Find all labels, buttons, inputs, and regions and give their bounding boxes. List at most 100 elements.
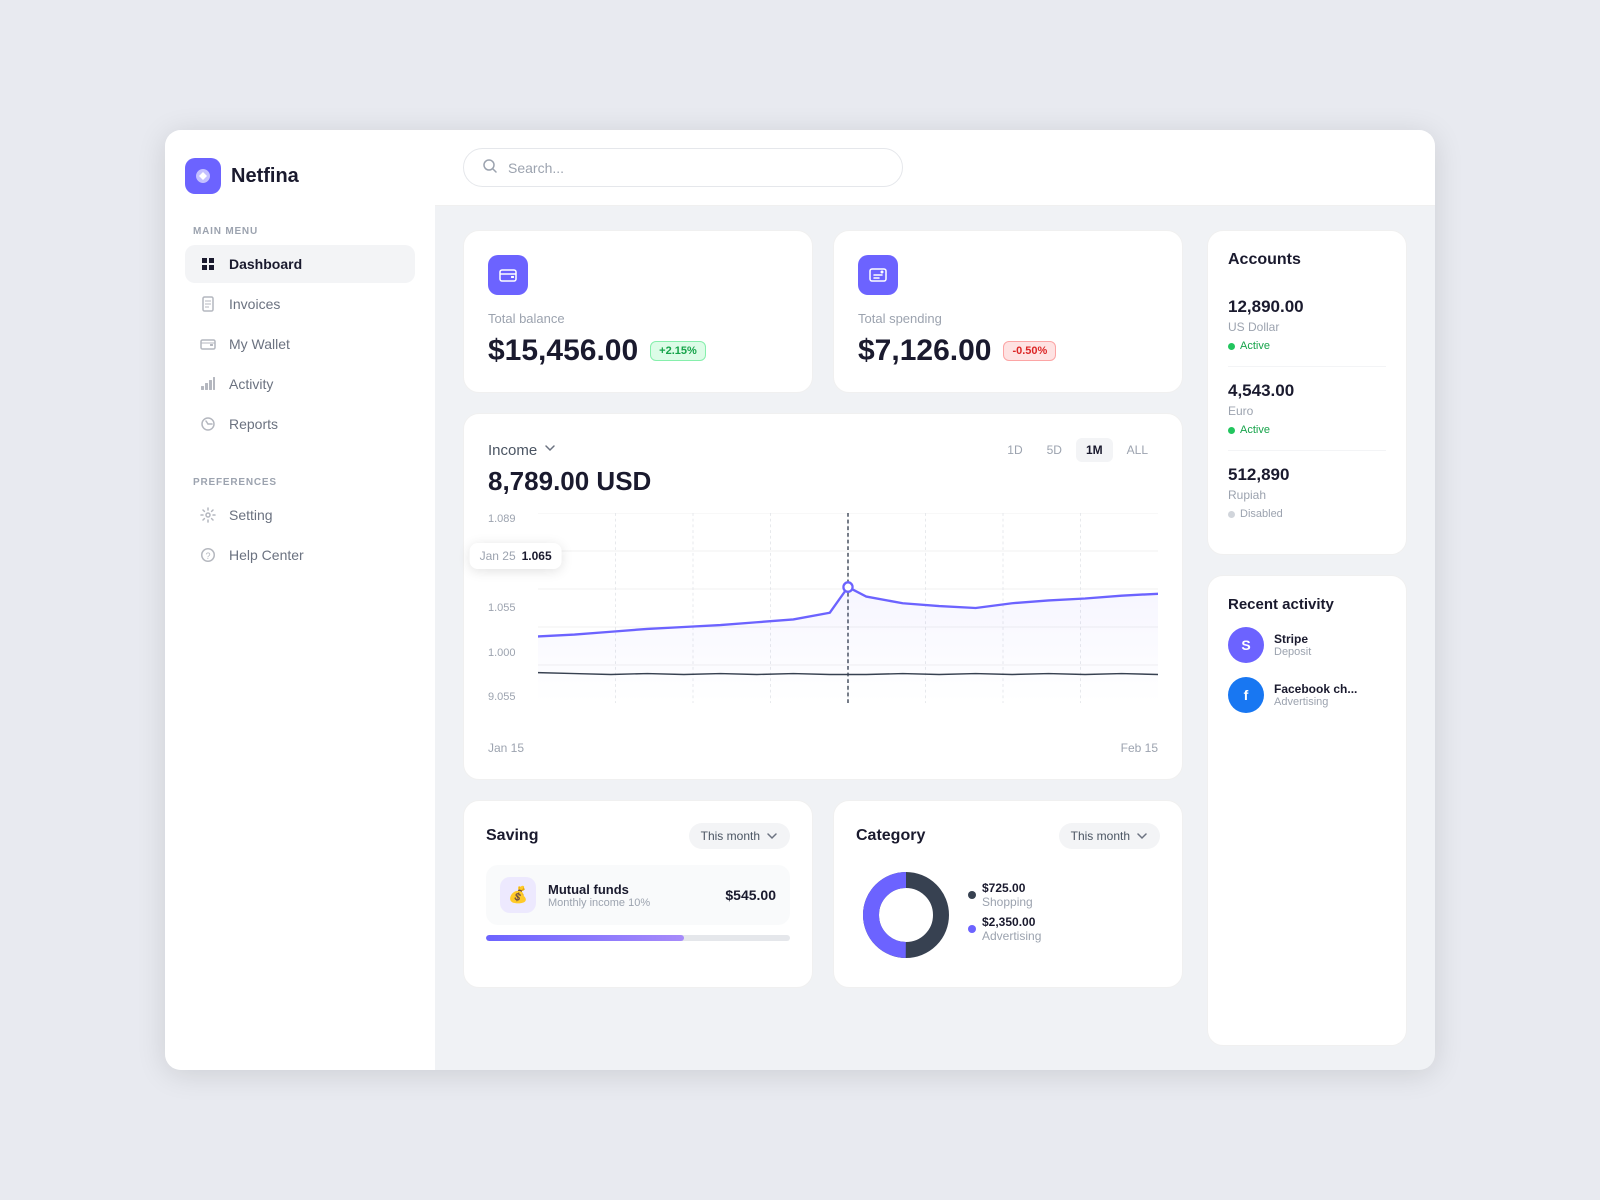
- legend-dot-shopping: [968, 891, 976, 899]
- chart-card: Income 1D 5D 1M ALL: [463, 413, 1183, 780]
- balance-value-row: $15,456.00 +2.15%: [488, 334, 788, 368]
- facebook-avatar: f: [1228, 677, 1264, 713]
- facebook-type: Advertising: [1274, 696, 1386, 708]
- saving-title: Saving: [486, 827, 538, 845]
- account-usd-currency: US Dollar: [1228, 320, 1386, 334]
- category-period-label: This month: [1071, 829, 1130, 843]
- saving-card: Saving This month 💰 Mutual fu: [463, 800, 813, 988]
- saving-item-name: Mutual funds: [548, 882, 713, 897]
- header: Search...: [435, 130, 1435, 206]
- search-placeholder: Search...: [508, 160, 564, 176]
- sidebar-item-activity[interactable]: Activity: [185, 365, 415, 403]
- balance-badge: +2.15%: [650, 341, 706, 361]
- sidebar-setting-label: Setting: [229, 507, 273, 523]
- chart-svg: [538, 513, 1158, 703]
- account-item-euro: 4,543.00 Euro Active: [1228, 367, 1386, 451]
- main-content: Search... Total: [435, 130, 1435, 1070]
- sidebar-item-invoices[interactable]: Invoices: [185, 285, 415, 323]
- stripe-type: Deposit: [1274, 646, 1386, 658]
- balance-card: Total balance $15,456.00 +2.15%: [463, 230, 813, 393]
- donut-svg: [856, 865, 956, 965]
- sidebar-help-label: Help Center: [229, 547, 304, 563]
- saving-item: 💰 Mutual funds Monthly income 10% $545.0…: [486, 865, 790, 925]
- y-label-2: 1.072: [488, 558, 534, 570]
- legend-item-advertising: $2,350.00 Advertising: [968, 915, 1041, 943]
- help-icon: ?: [199, 546, 217, 564]
- right-panel: Accounts 12,890.00 US Dollar Active 4,54…: [1207, 230, 1407, 1046]
- chart-date-end: Feb 15: [1121, 741, 1158, 755]
- account-usd-status-dot: [1228, 343, 1235, 350]
- activity-item-stripe: S Stripe Deposit: [1228, 627, 1386, 663]
- legend-dot-advertising: [968, 925, 976, 933]
- account-euro-status-dot: [1228, 427, 1235, 434]
- setting-icon: [199, 506, 217, 524]
- sidebar-item-dashboard[interactable]: Dashboard: [185, 245, 415, 283]
- search-bar[interactable]: Search...: [463, 148, 903, 187]
- sidebar-item-setting[interactable]: Setting: [185, 496, 415, 534]
- spending-icon-wrap: [858, 255, 898, 295]
- account-euro-currency: Euro: [1228, 404, 1386, 418]
- search-icon: [482, 158, 498, 177]
- category-chevron-icon: [1136, 830, 1148, 842]
- sidebar-item-my-wallet[interactable]: My Wallet: [185, 325, 415, 363]
- sidebar-activity-label: Activity: [229, 376, 273, 392]
- legend-shopping-amount: $725.00: [982, 881, 1033, 895]
- category-title: Category: [856, 827, 925, 845]
- saving-period-label: This month: [701, 829, 760, 843]
- category-card: Category This month: [833, 800, 1183, 988]
- recent-activity-section: Recent activity S Stripe Deposit f Faceb…: [1207, 575, 1407, 1046]
- sidebar-item-reports[interactable]: Reports: [185, 405, 415, 443]
- chart-wrap: 1.089 1.072 1.055 1.000 9.055: [488, 513, 1158, 733]
- period-btn-all[interactable]: ALL: [1117, 438, 1158, 462]
- chart-title: Income: [488, 442, 537, 459]
- logo-icon: [185, 158, 221, 194]
- content-area: Total balance $15,456.00 +2.15%: [435, 206, 1435, 1070]
- chart-footer: Jan 15 Feb 15: [488, 741, 1158, 755]
- bottom-row: Saving This month 💰 Mutual fu: [463, 800, 1183, 988]
- chart-date-start: Jan 15: [488, 741, 524, 755]
- category-period-dropdown[interactable]: This month: [1059, 823, 1160, 849]
- activity-icon: [199, 375, 217, 393]
- sidebar-reports-label: Reports: [229, 416, 278, 432]
- period-btn-5d[interactable]: 5D: [1037, 438, 1072, 462]
- account-item-usd: 12,890.00 US Dollar Active: [1228, 283, 1386, 367]
- chart-period-buttons: 1D 5D 1M ALL: [997, 438, 1158, 462]
- account-item-rupiah: 512,890 Rupiah Disabled: [1228, 451, 1386, 534]
- period-btn-1d[interactable]: 1D: [997, 438, 1032, 462]
- saving-progress-fill: [486, 935, 684, 941]
- preferences-section: PREFERENCES Setting ? Help Cente: [185, 477, 415, 576]
- reports-icon: [199, 415, 217, 433]
- sidebar-item-help[interactable]: ? Help Center: [185, 536, 415, 574]
- stats-row: Total balance $15,456.00 +2.15%: [463, 230, 1183, 393]
- account-euro-status-label: Active: [1240, 424, 1270, 436]
- dashboard-icon: [199, 255, 217, 273]
- main-menu-label: MAIN MENU: [185, 226, 415, 237]
- chart-title-row: Income: [488, 441, 557, 459]
- sidebar-invoices-label: Invoices: [229, 296, 280, 312]
- facebook-info: Facebook ch... Advertising: [1274, 682, 1386, 708]
- balance-value: $15,456.00: [488, 334, 638, 368]
- saving-period-dropdown[interactable]: This month: [689, 823, 790, 849]
- balance-label: Total balance: [488, 311, 788, 326]
- y-axis: 1.089 1.072 1.055 1.000 9.055: [488, 513, 534, 703]
- saving-chevron-icon: [766, 830, 778, 842]
- account-rupiah-status-label: Disabled: [1240, 508, 1283, 520]
- recent-activity-title: Recent activity: [1228, 596, 1386, 613]
- account-usd-status-label: Active: [1240, 340, 1270, 352]
- category-legend: $725.00 Shopping $2,350.00 Advertising: [968, 881, 1041, 949]
- account-rupiah-status: Disabled: [1228, 508, 1386, 520]
- chart-dropdown-icon[interactable]: [543, 441, 557, 459]
- chart-header: Income 1D 5D 1M ALL: [488, 438, 1158, 462]
- facebook-name: Facebook ch...: [1274, 682, 1386, 696]
- saving-item-icon: 💰: [500, 877, 536, 913]
- sidebar: Netfina MAIN MENU Dashboard: [165, 130, 435, 1070]
- wallet-icon: [199, 335, 217, 353]
- accounts-section: Accounts 12,890.00 US Dollar Active 4,54…: [1207, 230, 1407, 555]
- account-usd-status: Active: [1228, 340, 1386, 352]
- balance-icon-wrap: [488, 255, 528, 295]
- stripe-name: Stripe: [1274, 632, 1386, 646]
- invoices-icon: [199, 295, 217, 313]
- period-btn-1m[interactable]: 1M: [1076, 438, 1113, 462]
- y-label-5: 9.055: [488, 691, 534, 703]
- content-left: Total balance $15,456.00 +2.15%: [463, 230, 1183, 1046]
